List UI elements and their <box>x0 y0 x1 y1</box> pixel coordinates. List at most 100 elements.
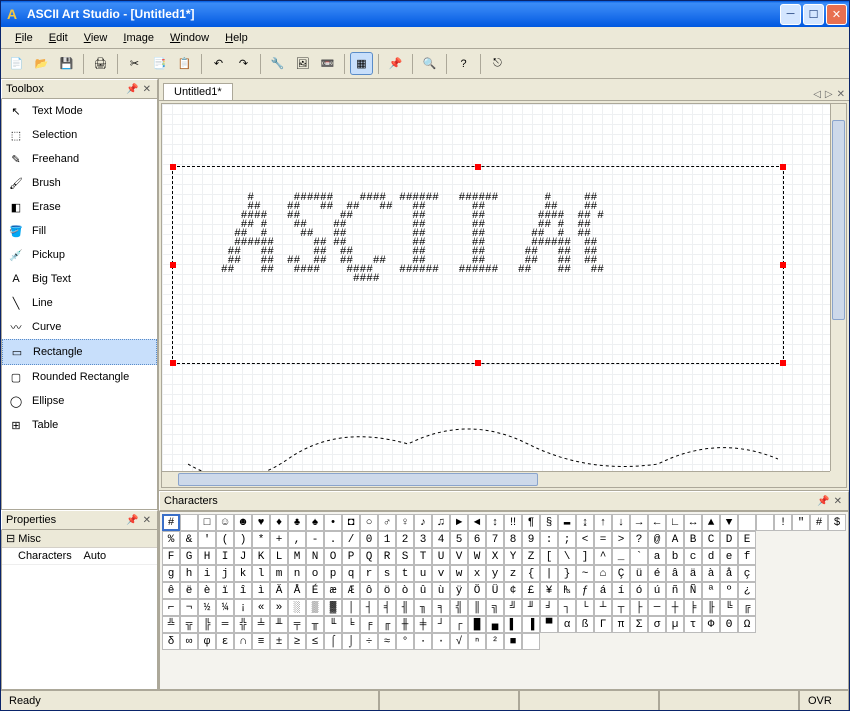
grid-icon[interactable]: ▦ <box>350 52 373 75</box>
char-cell[interactable]: £ <box>522 582 540 599</box>
char-cell[interactable]: 2 <box>396 531 414 548</box>
char-cell[interactable]: ) <box>234 531 252 548</box>
char-cell[interactable]: p <box>324 565 342 582</box>
char-cell[interactable]: ╙ <box>324 616 342 633</box>
char-cell[interactable]: ö <box>378 582 396 599</box>
char-cell[interactable]: ü <box>630 565 648 582</box>
tab-prev-icon[interactable]: ◁ <box>813 89 821 100</box>
char-cell[interactable]: ░ <box>288 599 306 616</box>
char-cell[interactable]: ƒ <box>576 582 594 599</box>
char-cell[interactable]: ↨ <box>576 514 594 531</box>
char-cell[interactable]: Ñ <box>684 582 702 599</box>
char-cell[interactable]: ñ <box>666 582 684 599</box>
char-cell[interactable]: Φ <box>702 616 720 633</box>
char-cell[interactable]: ç <box>738 565 756 582</box>
char-cell[interactable]: ∩ <box>234 633 252 650</box>
minimize-button[interactable]: ─ <box>780 4 801 25</box>
char-cell[interactable]: ; <box>558 531 576 548</box>
char-cell[interactable]: ▄ <box>486 616 504 633</box>
menu-image[interactable]: Image <box>115 30 162 46</box>
menu-view[interactable]: View <box>76 30 116 46</box>
char-cell[interactable]: } <box>558 565 576 582</box>
char-cell[interactable]: ⌂ <box>594 565 612 582</box>
char-cell[interactable]: m <box>270 565 288 582</box>
char-cell[interactable]: ² <box>486 633 504 650</box>
char-cell[interactable]: ▐ <box>522 616 540 633</box>
char-cell[interactable]: z <box>504 565 522 582</box>
char-cell[interactable]: ≈ <box>378 633 396 650</box>
copy-icon[interactable]: 📑 <box>148 52 171 75</box>
char-cell[interactable]: ó <box>630 582 648 599</box>
char-cell[interactable]: $ <box>828 514 846 531</box>
char-cell[interactable]: ╪ <box>414 616 432 633</box>
char-cell[interactable]: ¥ <box>540 582 558 599</box>
close-icon[interactable]: ✕ <box>832 496 844 507</box>
char-cell[interactable]: W <box>468 548 486 565</box>
char-cell[interactable]: ∙ <box>414 633 432 650</box>
char-cell[interactable] <box>522 633 540 650</box>
char-cell[interactable]: ¬ <box>180 599 198 616</box>
char-cell[interactable]: Ü <box>486 582 504 599</box>
char-cell[interactable]: . <box>324 531 342 548</box>
char-cell[interactable]: - <box>306 531 324 548</box>
char-cell[interactable]: l <box>252 565 270 582</box>
tool-rectangle[interactable]: ▭Rectangle <box>2 339 157 365</box>
char-cell[interactable]: ÷ <box>360 633 378 650</box>
char-cell[interactable]: H <box>198 548 216 565</box>
char-cell[interactable]: ÿ <box>450 582 468 599</box>
char-cell[interactable]: ò <box>396 582 414 599</box>
char-cell[interactable]: 5 <box>450 531 468 548</box>
char-cell[interactable]: ║ <box>468 599 486 616</box>
char-cell[interactable]: 0 <box>360 531 378 548</box>
char-cell[interactable]: » <box>270 599 288 616</box>
char-cell[interactable]: ↓ <box>612 514 630 531</box>
char-cell[interactable]: w <box>450 565 468 582</box>
char-cell[interactable]: Σ <box>630 616 648 633</box>
char-cell[interactable]: ì <box>252 582 270 599</box>
char-cell[interactable]: ⌠ <box>324 633 342 650</box>
char-cell[interactable]: ¿ <box>738 582 756 599</box>
char-cell[interactable]: g <box>162 565 180 582</box>
menu-file[interactable]: File <box>7 30 41 46</box>
cut-icon[interactable]: ✂ <box>123 52 146 75</box>
char-cell[interactable]: U <box>432 548 450 565</box>
char-cell[interactable]: E <box>738 531 756 548</box>
char-cell[interactable]: T <box>414 548 432 565</box>
char-cell[interactable]: δ <box>162 633 180 650</box>
tool-curve[interactable]: 〰Curve <box>2 315 157 339</box>
char-cell[interactable]: ë <box>180 582 198 599</box>
char-cell[interactable]: 3 <box>414 531 432 548</box>
pin-icon[interactable]: 📌 <box>384 52 407 75</box>
char-cell[interactable]: # <box>810 514 828 531</box>
char-cell[interactable]: Y <box>504 548 522 565</box>
char-cell[interactable] <box>756 514 774 531</box>
tool-brush[interactable]: 🖌Brush <box>2 171 157 195</box>
char-cell[interactable]: / <box>342 531 360 548</box>
char-cell[interactable]: □ <box>198 514 216 531</box>
char-cell[interactable]: ≤ <box>306 633 324 650</box>
char-cell[interactable]: ï <box>216 582 234 599</box>
char-cell[interactable]: û <box>414 582 432 599</box>
char-cell[interactable]: O <box>324 548 342 565</box>
menu-help[interactable]: Help <box>217 30 256 46</box>
char-cell[interactable]: \ <box>558 548 576 565</box>
char-cell[interactable]: ╝ <box>504 599 522 616</box>
char-cell[interactable]: ↑ <box>594 514 612 531</box>
char-cell[interactable]: α <box>558 616 576 633</box>
char-cell[interactable]: R <box>378 548 396 565</box>
tool-erase[interactable]: ◧Erase <box>2 195 157 219</box>
char-cell[interactable]: ╩ <box>162 616 180 633</box>
char-cell[interactable]: τ <box>684 616 702 633</box>
char-cell[interactable]: ↕ <box>486 514 504 531</box>
char-cell[interactable]: ± <box>270 633 288 650</box>
char-cell[interactable]: ! <box>774 514 792 531</box>
char-cell[interactable]: Q <box>360 548 378 565</box>
char-cell[interactable]: ‼ <box>504 514 522 531</box>
char-cell[interactable]: u <box>414 565 432 582</box>
char-cell[interactable]: ] <box>576 548 594 565</box>
char-cell[interactable]: è <box>198 582 216 599</box>
char-cell[interactable]: ╛ <box>540 599 558 616</box>
char-cell[interactable]: ○ <box>360 514 378 531</box>
char-cell[interactable]: ê <box>162 582 180 599</box>
tool-text-mode[interactable]: ↖Text Mode <box>2 99 157 123</box>
